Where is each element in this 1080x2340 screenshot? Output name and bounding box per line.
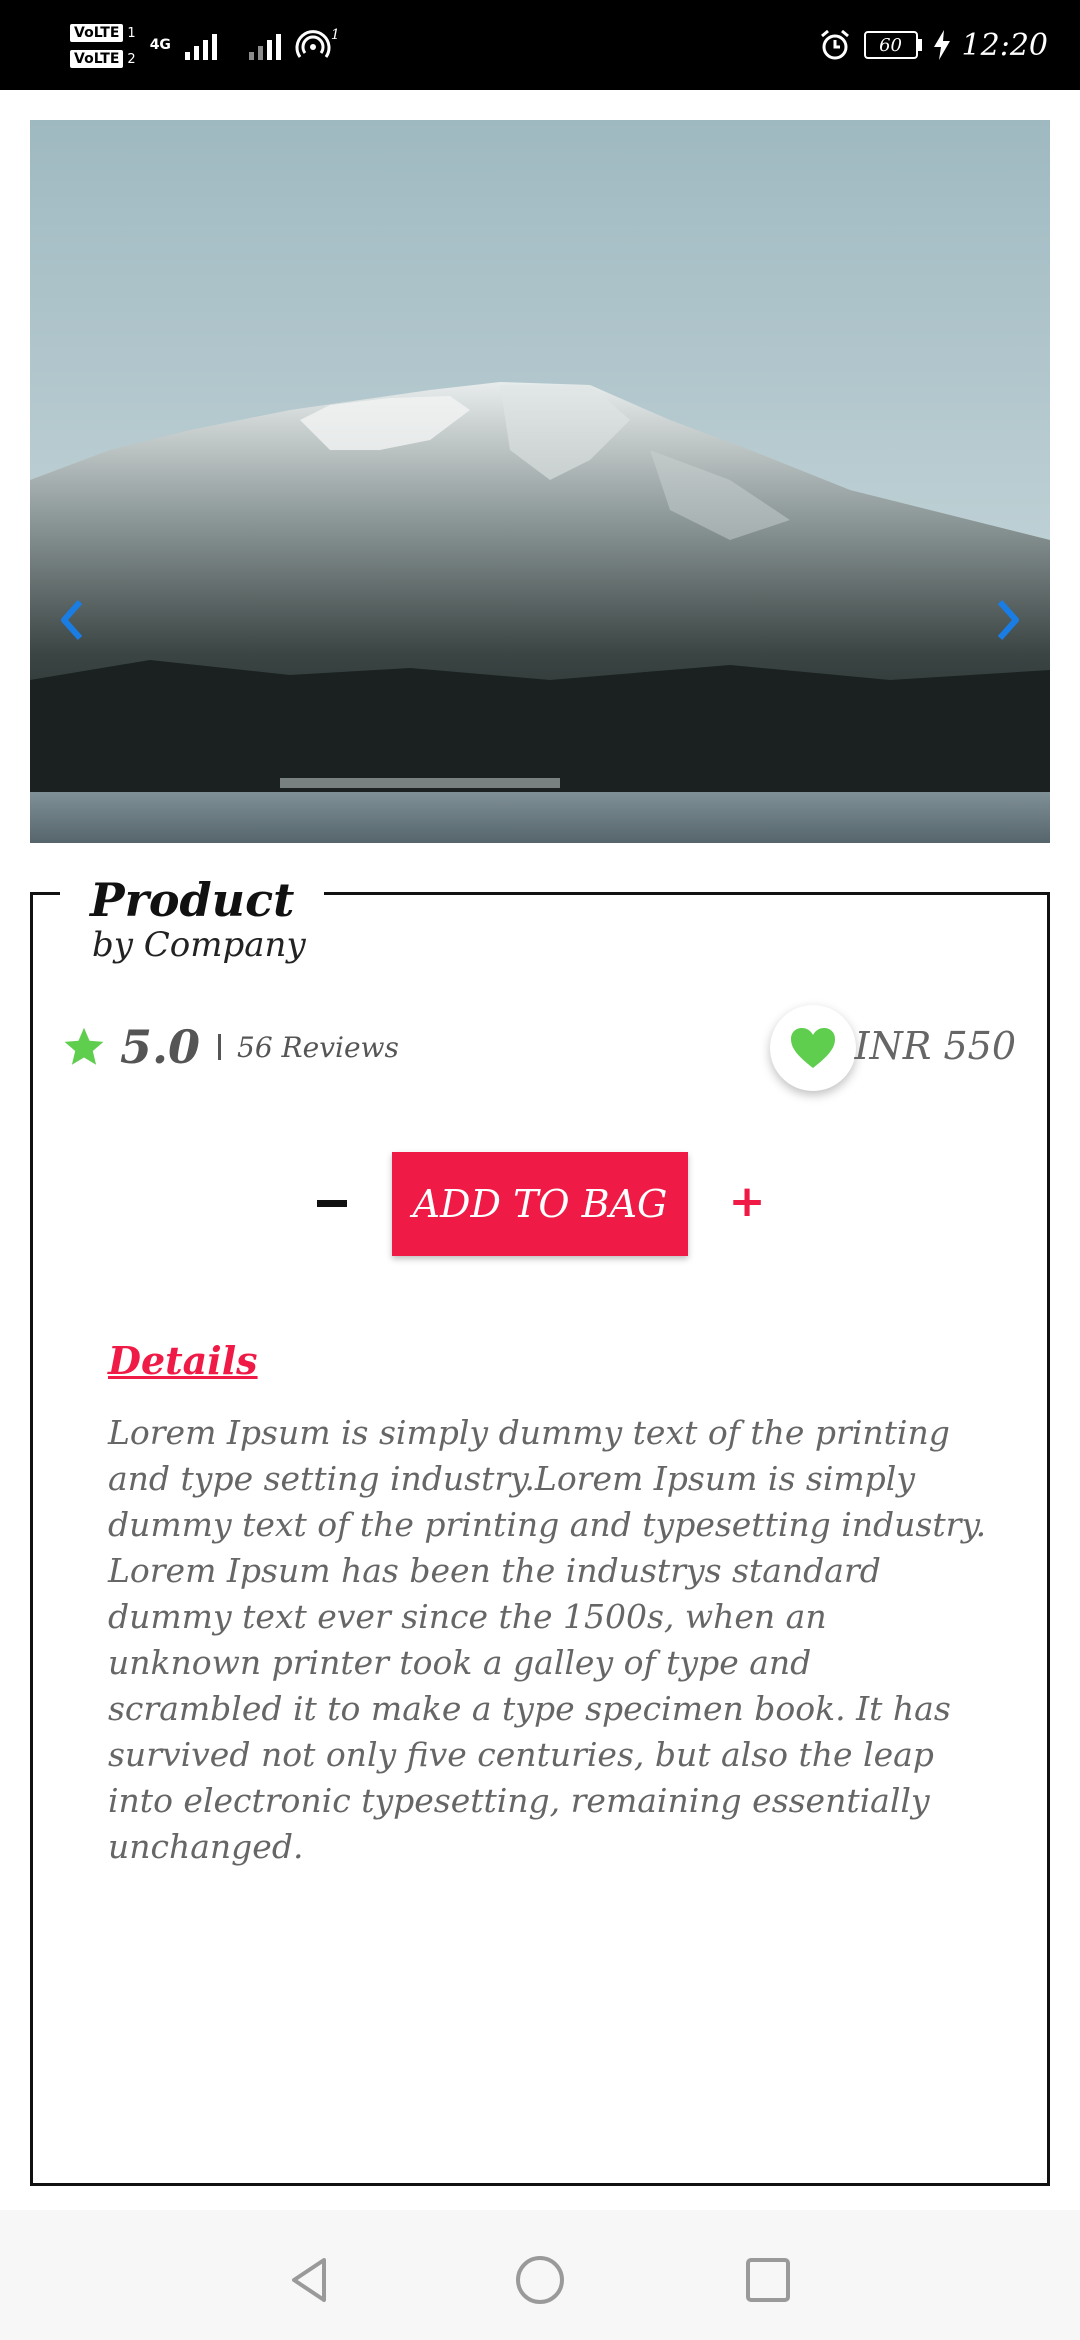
signal-strength-2-icon: [248, 30, 281, 60]
chevron-left-icon: [61, 600, 83, 640]
mountain-landscape-photo: [30, 120, 1050, 843]
product-price: INR 550: [854, 1024, 1016, 1068]
details-description: Lorem Ipsum is simply dummy text of the …: [108, 1413, 987, 1866]
rating-score: 5.0: [120, 1020, 201, 1074]
decrease-quantity-button[interactable]: [316, 1176, 348, 1230]
carousel-next-button[interactable]: [988, 590, 1028, 650]
status-right-group: 60 12:20: [818, 14, 1048, 76]
product-company: by Company: [92, 925, 306, 965]
nav-back-button[interactable]: [280, 2250, 340, 2310]
status-bar: VoLTE 1 VoLTE 2 4G 1 60 12:20: [0, 0, 1080, 90]
product-rating: 5.0 56 Reviews: [62, 1020, 399, 1074]
carousel-prev-button[interactable]: [52, 590, 92, 650]
product-title: Product: [90, 873, 295, 927]
sim2-slot: 2: [127, 52, 136, 67]
rating-divider: [218, 1034, 222, 1060]
sim2-volte-badge: VoLTE: [70, 50, 124, 68]
review-count: 56 Reviews: [237, 1030, 399, 1064]
heart-icon: [791, 1028, 835, 1068]
home-circle-icon: [516, 2256, 564, 2304]
favorite-button[interactable]: [770, 1005, 856, 1091]
minus-icon: [317, 1199, 347, 1207]
add-to-bag-button[interactable]: ADD TO BAG: [392, 1152, 688, 1256]
clock: 12:20: [961, 27, 1048, 63]
alarm-icon: [820, 29, 849, 60]
sim-indicators: VoLTE 1 VoLTE 2: [70, 22, 136, 68]
star-icon: [64, 1027, 104, 1065]
signal-strength-icon: [184, 30, 217, 60]
sim1-volte-badge: VoLTE: [70, 24, 124, 42]
nav-recent-apps-button[interactable]: [738, 2250, 798, 2310]
back-triangle-icon: [292, 2258, 326, 2302]
chevron-right-icon: [997, 600, 1019, 640]
system-navigation-bar: [0, 2210, 1080, 2340]
battery-level: 60: [863, 31, 918, 59]
increase-quantity-button[interactable]: +: [729, 1180, 766, 1224]
recent-square-icon: [746, 2258, 790, 2302]
hotspot-icon: 1: [295, 27, 340, 63]
nav-home-button[interactable]: [510, 2250, 570, 2310]
status-left-group: VoLTE 1 VoLTE 2 4G 1: [70, 14, 340, 76]
product-image-carousel[interactable]: [30, 120, 1050, 843]
battery-icon: 60: [863, 31, 922, 59]
sim1-slot: 1: [127, 26, 136, 41]
product-title-legend: Product: [60, 872, 325, 928]
hotspot-count: 1: [330, 27, 340, 43]
network-type-label: 4G: [149, 37, 171, 53]
network-type: 4G: [150, 37, 171, 53]
details-heading: Details: [108, 1338, 258, 1383]
charging-icon: [933, 30, 950, 60]
